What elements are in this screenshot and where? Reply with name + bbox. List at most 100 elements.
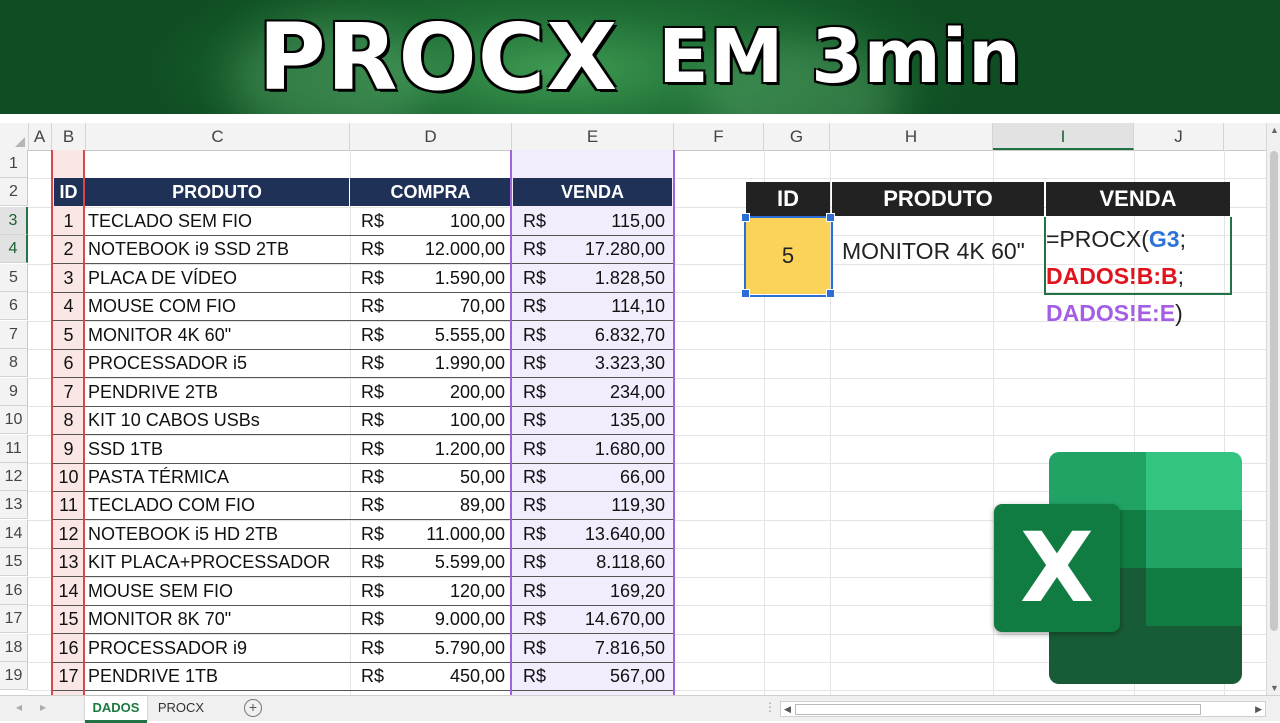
cell-id[interactable]: 11 <box>54 491 83 519</box>
cell-venda-value[interactable]: 114,10 <box>568 292 665 320</box>
row-header[interactable]: 4 <box>0 235 28 263</box>
cell-id[interactable]: 17 <box>54 662 83 690</box>
row-header[interactable]: 10 <box>0 406 28 434</box>
cell-venda-value[interactable]: 1.680,00 <box>568 435 665 463</box>
cell-produto[interactable]: PLACA DE VÍDEO <box>88 264 348 292</box>
cell-venda-currency[interactable]: R$ <box>523 207 563 235</box>
cell-produto[interactable]: TECLADO SEM FIO <box>88 207 348 235</box>
cell-produto[interactable]: SSD 1TB <box>88 435 348 463</box>
horizontal-scroll-thumb[interactable] <box>795 704 1201 715</box>
cell-id[interactable]: 14 <box>54 577 83 605</box>
cell-venda-currency[interactable]: R$ <box>523 463 563 491</box>
cell-venda-currency[interactable]: R$ <box>523 264 563 292</box>
tab-split-handle-icon[interactable]: ⋮ <box>764 700 776 714</box>
row-header[interactable]: 13 <box>0 491 28 519</box>
cell-id[interactable]: 16 <box>54 634 83 662</box>
cell-produto[interactable]: MOUSE SEM FIO <box>88 577 348 605</box>
row-header[interactable]: 11 <box>0 435 28 463</box>
column-header-e[interactable]: E <box>512 123 674 150</box>
cell-id[interactable]: 12 <box>54 520 83 548</box>
column-header-g[interactable]: G <box>764 123 830 150</box>
cell-id[interactable]: 2 <box>54 235 83 263</box>
column-header-j[interactable]: J <box>1134 123 1224 150</box>
cell-compra-value[interactable]: 1.200,00 <box>408 435 505 463</box>
cell-compra-currency[interactable]: R$ <box>361 577 401 605</box>
horizontal-scrollbar[interactable]: ◀ ▶ <box>780 701 1266 717</box>
row-header[interactable]: 14 <box>0 520 28 548</box>
row-header[interactable]: 5 <box>0 264 28 292</box>
selection-handle[interactable] <box>741 213 750 222</box>
cell-venda-value[interactable]: 567,00 <box>568 662 665 690</box>
cell-venda-value[interactable]: 119,30 <box>568 491 665 519</box>
cell-compra-currency[interactable]: R$ <box>361 292 401 320</box>
cell-compra-value[interactable]: 11.000,00 <box>408 520 505 548</box>
select-all-button[interactable] <box>0 123 29 150</box>
cell-produto[interactable]: PASTA TÉRMICA <box>88 463 348 491</box>
cell-compra-value[interactable]: 1.590,00 <box>408 264 505 292</box>
cell-id[interactable]: 1 <box>54 207 83 235</box>
cell-venda-value[interactable]: 7.816,50 <box>568 634 665 662</box>
cell-venda-value[interactable]: 135,00 <box>568 406 665 434</box>
cell-compra-currency[interactable]: R$ <box>361 605 401 633</box>
column-header-d[interactable]: D <box>350 123 512 150</box>
row-header[interactable]: 7 <box>0 321 28 349</box>
cell-venda-currency[interactable]: R$ <box>523 662 563 690</box>
row-header[interactable]: 17 <box>0 605 28 633</box>
cell-venda-currency[interactable]: R$ <box>523 605 563 633</box>
cell-compra-currency[interactable]: R$ <box>361 491 401 519</box>
selection-handle[interactable] <box>826 213 835 222</box>
scroll-down-icon[interactable]: ▼ <box>1270 683 1279 693</box>
cell-id[interactable]: 7 <box>54 378 83 406</box>
cell-produto[interactable]: MONITOR 4K 60" <box>88 321 348 349</box>
row-header[interactable]: 3 <box>0 207 28 235</box>
cell-compra-currency[interactable]: R$ <box>361 207 401 235</box>
cell-venda-value[interactable]: 13.640,00 <box>568 520 665 548</box>
sheet-tab-procx[interactable]: PROCX <box>150 696 212 720</box>
cell-id[interactable]: 5 <box>54 321 83 349</box>
cell-produto[interactable]: PENDRIVE 2TB <box>88 378 348 406</box>
prev-sheet-icon[interactable]: ◂ <box>16 700 22 714</box>
cell-venda-currency[interactable]: R$ <box>523 235 563 263</box>
cell-venda-value[interactable]: 3.323,30 <box>568 349 665 377</box>
cell-produto[interactable]: MONITOR 8K 70" <box>88 605 348 633</box>
cell-venda-value[interactable]: 1.828,50 <box>568 264 665 292</box>
cell-venda-value[interactable]: 14.670,00 <box>568 605 665 633</box>
cell-venda-currency[interactable]: R$ <box>523 548 563 576</box>
row-header[interactable]: 18 <box>0 634 28 662</box>
cell-compra-value[interactable]: 100,00 <box>408 406 505 434</box>
cell-venda-currency[interactable]: R$ <box>523 435 563 463</box>
column-header-f[interactable]: F <box>674 123 764 150</box>
row-header[interactable]: 9 <box>0 378 28 406</box>
cell-id[interactable]: 13 <box>54 548 83 576</box>
row-header[interactable]: 1 <box>0 150 28 178</box>
cell-compra-currency[interactable]: R$ <box>361 435 401 463</box>
row-header[interactable]: 12 <box>0 463 28 491</box>
scroll-up-icon[interactable]: ▲ <box>1270 125 1279 135</box>
cell-compra-currency[interactable]: R$ <box>361 662 401 690</box>
cell-compra-value[interactable]: 1.990,00 <box>408 349 505 377</box>
cell-produto[interactable]: NOTEBOOK i9 SSD 2TB <box>88 235 348 263</box>
cell-compra-currency[interactable]: R$ <box>361 548 401 576</box>
row-header[interactable]: 19 <box>0 662 28 690</box>
column-header-b[interactable]: B <box>52 123 86 150</box>
cell-venda-value[interactable]: 234,00 <box>568 378 665 406</box>
cell-compra-currency[interactable]: R$ <box>361 378 401 406</box>
scroll-left-icon[interactable]: ◀ <box>784 702 791 716</box>
cell-venda-value[interactable]: 66,00 <box>568 463 665 491</box>
cell-compra-value[interactable]: 5.555,00 <box>408 321 505 349</box>
cell-produto[interactable]: MOUSE COM FIO <box>88 292 348 320</box>
cell-produto[interactable]: PENDRIVE 1TB <box>88 662 348 690</box>
next-sheet-icon[interactable]: ▸ <box>40 700 46 714</box>
column-header-h[interactable]: H <box>830 123 993 150</box>
cell-id[interactable]: 15 <box>54 605 83 633</box>
cell-compra-value[interactable]: 120,00 <box>408 577 505 605</box>
cell-id[interactable]: 10 <box>54 463 83 491</box>
selection-handle[interactable] <box>826 289 835 298</box>
cell-compra-value[interactable]: 12.000,00 <box>408 235 505 263</box>
cell-compra-currency[interactable]: R$ <box>361 321 401 349</box>
cell-venda-value[interactable]: 169,20 <box>568 577 665 605</box>
cell-compra-value[interactable]: 100,00 <box>408 207 505 235</box>
cell-venda-currency[interactable]: R$ <box>523 292 563 320</box>
cell-venda-value[interactable]: 115,00 <box>568 207 665 235</box>
cell-venda-currency[interactable]: R$ <box>523 321 563 349</box>
